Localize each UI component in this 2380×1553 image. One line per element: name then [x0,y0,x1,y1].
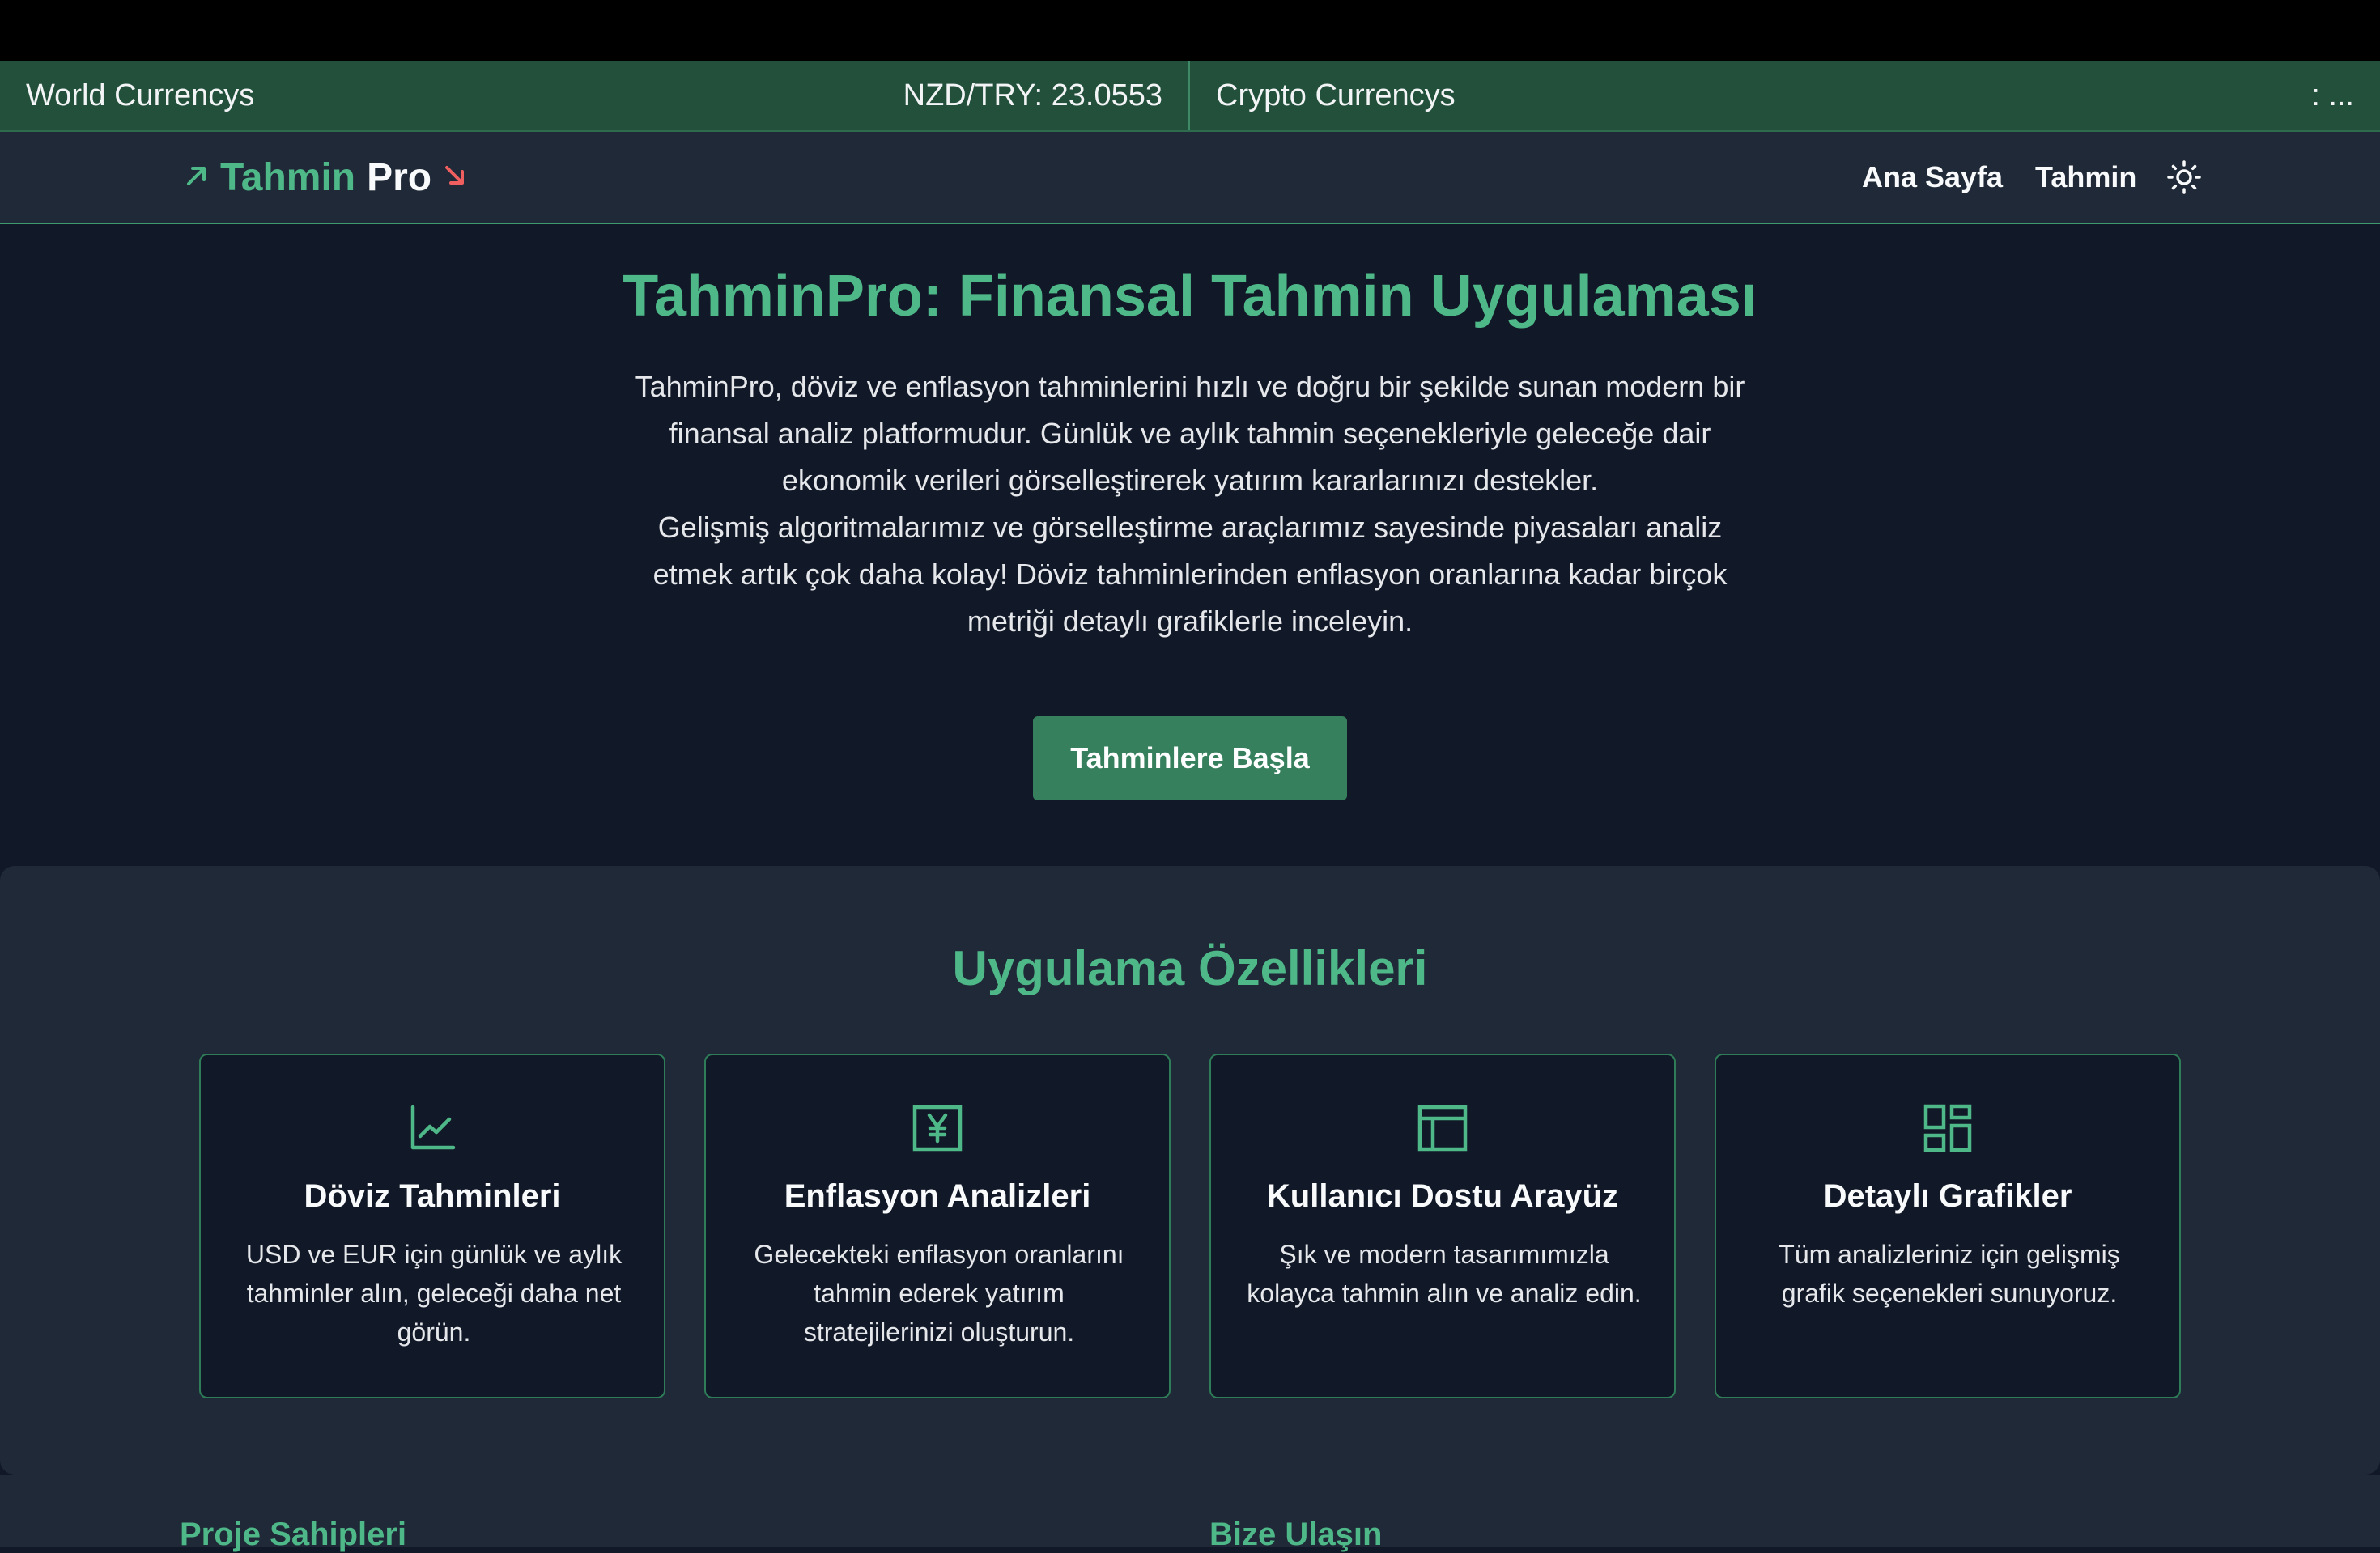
feature-card-currency: Döviz Tahminleri USD ve EUR için günlük … [199,1054,665,1398]
feature-card-title: Enflasyon Analizleri [784,1178,1091,1214]
hero-paragraph-1: TahminPro, döviz ve enflasyon tahminleri… [635,370,1745,497]
hero-section: TahminPro: Finansal Tahmin Uygulaması Ta… [0,224,2380,866]
world-currency-ticker: World Currencys NZD/TRY: 23.0553 [0,61,1190,130]
feature-card-text: USD ve EUR için günlük ve aylık tahminle… [245,1240,623,1347]
sun-icon[interactable] [2166,159,2202,195]
features-section: Uygulama Özellikleri Döviz Tahminleri US… [0,866,2380,1475]
navbar: Tahmin Pro Ana Sayfa Tahmin [0,132,2380,224]
world-currency-value: NZD/TRY: 23.0553 [903,78,1162,112]
contact-title: Bize Ulaşın [1209,1517,1383,1552]
world-currency-label: World Currencys [26,78,255,112]
hero-title: TahminPro: Finansal Tahmin Uygulaması [623,264,1757,329]
dashboard-icon [1922,1102,1974,1154]
nav-link-home[interactable]: Ana Sayfa [1862,160,2003,194]
feature-card-text: Gelecekteki enflasyon oranlarını tahmin … [754,1240,1124,1347]
feature-card-title: Kullanıcı Dostu Arayüz [1266,1178,1619,1214]
project-owners-title: Proje Sahipleri [180,1517,407,1552]
arrow-up-right-icon [185,159,209,196]
crypto-currency-value: : ... [2311,78,2354,112]
window-top-bar [0,0,2380,61]
line-chart-icon [406,1102,458,1154]
feature-card-charts: Detaylı Grafikler Tüm analizleriniz için… [1715,1054,2181,1398]
feature-card-title: Döviz Tahminleri [304,1178,561,1214]
nav-link-forecast[interactable]: Tahmin [2035,160,2136,194]
feature-card-text: Tüm analizleriniz için gelişmiş grafik s… [1779,1240,2120,1308]
crypto-currency-ticker: Crypto Currencys : ... [1190,61,2380,130]
feature-card-inflation: Enflasyon Analizleri Gelecekteki enflasy… [704,1054,1171,1398]
currency-ticker: World Currencys NZD/TRY: 23.0553 Crypto … [0,61,2380,132]
arrow-down-right-icon [443,159,467,196]
hero-description: TahminPro, döviz ve enflasyon tahminleri… [623,363,1757,645]
start-forecasts-button[interactable]: Tahminlere Başla [1033,716,1347,800]
brand-name-part1: Tahmin [220,155,356,199]
feature-card-title: Detaylı Grafikler [1823,1178,2072,1214]
brand-name-part2: Pro [367,155,432,199]
footer: Proje Sahipleri Bize Ulaşın [0,1475,2380,1552]
currency-yen-icon [912,1102,963,1154]
brand-logo[interactable]: Tahmin Pro [185,132,467,223]
layout-icon [1417,1102,1468,1154]
hero-paragraph-2: Gelişmiş algoritmalarımız ve görselleşti… [652,511,1728,638]
feature-card-interface: Kullanıcı Dostu Arayüz Şık ve modern tas… [1209,1054,1676,1398]
crypto-currency-label: Crypto Currencys [1216,78,1456,112]
features-title: Uygulama Özellikleri [952,941,1428,995]
feature-card-text: Şık ve modern tasarımımızla kolayca tahm… [1247,1240,1642,1308]
